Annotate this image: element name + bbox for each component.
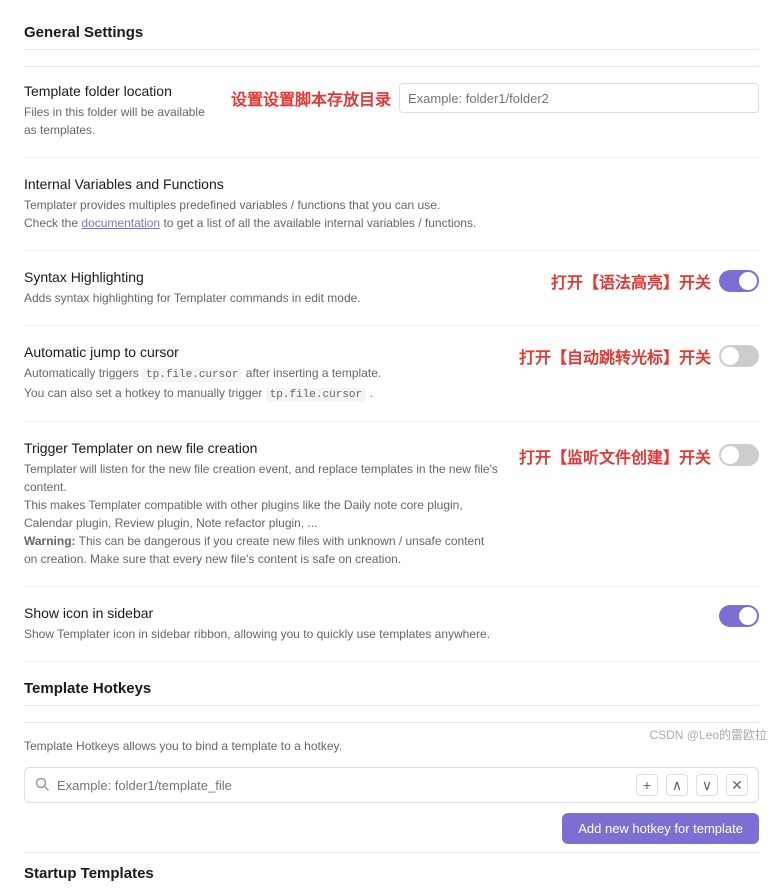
template-folder-row: Template folder location Files in this f… xyxy=(24,83,759,158)
syntax-highlight-annotation: 打开【语法高亮】开关 xyxy=(551,269,711,293)
internal-vars-desc: Templater provides multiples predefined … xyxy=(24,196,739,232)
template-folder-label: Template folder location xyxy=(24,83,211,99)
auto-jump-desc: Automatically triggers tp.file.cursor af… xyxy=(24,364,499,403)
documentation-link[interactable]: documentation xyxy=(81,216,160,230)
trigger-new-file-row: Trigger Templater on new file creation T… xyxy=(24,440,759,587)
hotkeys-up-btn[interactable]: ∧ xyxy=(666,774,688,796)
internal-vars-desc-line3: to get a list of all the available inter… xyxy=(160,216,476,230)
trigger-new-file-desc: Templater will listen for the new file c… xyxy=(24,460,499,568)
hotkeys-search-input[interactable] xyxy=(57,778,636,793)
add-hotkey-button[interactable]: Add new hotkey for template xyxy=(562,813,759,844)
add-hotkey-wrapper: Add new hotkey for template xyxy=(24,813,759,844)
trigger-new-file-desc-1: Templater will listen for the new file c… xyxy=(24,462,498,494)
syntax-highlight-info: Syntax Highlighting Adds syntax highligh… xyxy=(24,269,551,307)
template-folder-desc: Files in this folder will be available a… xyxy=(24,103,211,139)
trigger-new-file-annotation: 打开【监听文件创建】开关 xyxy=(519,444,711,468)
show-icon-toggle[interactable] xyxy=(719,605,759,627)
auto-jump-info: Automatic jump to cursor Automatically t… xyxy=(24,344,519,403)
trigger-new-file-label: Trigger Templater on new file creation xyxy=(24,440,499,456)
auto-jump-desc-1: Automatically triggers tp.file.cursor af… xyxy=(24,366,381,380)
syntax-highlight-toggle[interactable] xyxy=(719,270,759,292)
template-folder-input[interactable] xyxy=(399,83,759,113)
general-settings-title: General Settings xyxy=(24,24,759,50)
syntax-highlight-label: Syntax Highlighting xyxy=(24,269,531,285)
startup-templates-title: Startup Templates xyxy=(24,865,759,882)
auto-jump-toggle[interactable] xyxy=(719,345,759,367)
internal-vars-info: Internal Variables and Functions Templat… xyxy=(24,176,759,232)
hotkeys-down-btn[interactable]: ∨ xyxy=(696,774,718,796)
show-icon-desc: Show Templater icon in sidebar ribbon, a… xyxy=(24,625,699,643)
startup-templates-section: Startup Templates xyxy=(24,852,759,882)
internal-vars-desc-line2: Check the xyxy=(24,216,81,230)
hotkeys-add-icon-btn[interactable]: + xyxy=(636,774,658,796)
auto-jump-desc-2: You can also set a hotkey to manually tr… xyxy=(24,386,373,400)
show-icon-control xyxy=(719,605,759,627)
auto-jump-label: Automatic jump to cursor xyxy=(24,344,499,360)
auto-jump-control: 打开【自动跳转光标】开关 xyxy=(519,344,759,368)
trigger-new-file-control: 打开【监听文件创建】开关 xyxy=(519,440,759,468)
template-folder-annotation: 设置设置脚本存放目录 xyxy=(231,86,391,110)
trigger-new-file-desc-2: This makes Templater compatible with oth… xyxy=(24,498,463,530)
search-icon xyxy=(35,777,49,794)
internal-vars-label: Internal Variables and Functions xyxy=(24,176,739,192)
trigger-new-file-toggle[interactable] xyxy=(719,444,759,466)
syntax-highlight-control: 打开【语法高亮】开关 xyxy=(551,269,759,293)
auto-jump-annotation: 打开【自动跳转光标】开关 xyxy=(519,344,711,368)
syntax-highlight-desc: Adds syntax highlighting for Templater c… xyxy=(24,289,531,307)
template-hotkeys-section: Template Hotkeys Template Hotkeys allows… xyxy=(24,680,759,844)
internal-vars-row: Internal Variables and Functions Templat… xyxy=(24,176,759,251)
internal-vars-desc-line1: Templater provides multiples predefined … xyxy=(24,198,440,212)
template-folder-control: 设置设置脚本存放目录 xyxy=(231,83,759,113)
hotkeys-title: Template Hotkeys xyxy=(24,680,759,706)
hotkeys-close-btn[interactable]: ✕ xyxy=(726,774,748,796)
watermark: CSDN @Leo的雷欧拉 xyxy=(649,726,767,743)
show-icon-row: Show icon in sidebar Show Templater icon… xyxy=(24,605,759,662)
trigger-new-file-desc-3: Warning: This can be dangerous if you cr… xyxy=(24,534,484,566)
hotkeys-search-row: + ∧ ∨ ✕ xyxy=(24,767,759,803)
auto-jump-row: Automatic jump to cursor Automatically t… xyxy=(24,344,759,422)
show-icon-info: Show icon in sidebar Show Templater icon… xyxy=(24,605,719,643)
hotkeys-search-actions: + ∧ ∨ ✕ xyxy=(636,774,748,796)
template-folder-info: Template folder location Files in this f… xyxy=(24,83,231,139)
syntax-highlight-row: Syntax Highlighting Adds syntax highligh… xyxy=(24,269,759,326)
trigger-new-file-info: Trigger Templater on new file creation T… xyxy=(24,440,519,568)
show-icon-label: Show icon in sidebar xyxy=(24,605,699,621)
